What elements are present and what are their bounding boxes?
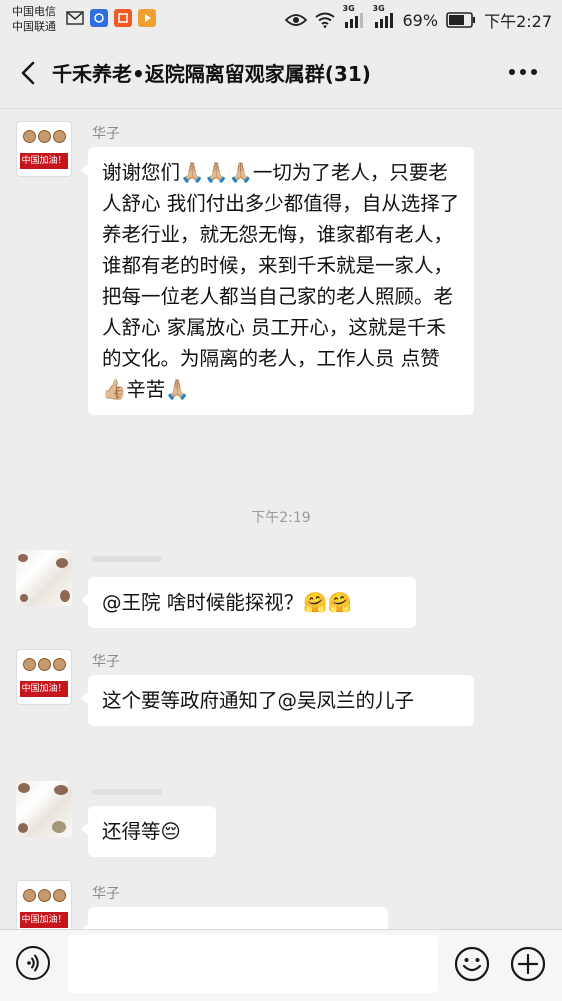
carrier-2: 中国联通 <box>12 20 56 33</box>
back-button[interactable] <box>14 58 44 88</box>
voice-icon <box>27 954 39 972</box>
sender-name: 华子 <box>92 126 120 142</box>
message-bubble[interactable]: @王院 啥时候能探视？🤗🤗 <box>81 577 416 628</box>
signal-icon <box>374 13 393 28</box>
more-dots-icon <box>509 69 537 75</box>
status-bar: 中国电信 中国联通 3G 3G 69% 下午2:27 <box>0 0 562 38</box>
emoji-button[interactable] <box>454 946 490 982</box>
app-icon <box>90 9 108 27</box>
avatar[interactable] <box>16 781 72 837</box>
sender-name: 华子 <box>92 886 120 902</box>
signal-icon <box>344 13 363 28</box>
message-input[interactable] <box>68 935 438 993</box>
avatar-faces <box>17 889 71 902</box>
chat-title: 千禾养老•返院隔离留观家属群(31) <box>52 62 371 86</box>
avatar[interactable]: 中国加油！ <box>16 649 72 705</box>
avatar-faces <box>17 130 71 143</box>
avatar[interactable]: 中国加油！ <box>16 880 72 929</box>
wifi-icon <box>314 12 335 28</box>
message-bubble[interactable] <box>81 907 388 929</box>
notification-icons <box>66 9 156 27</box>
network-type-2: 3G <box>372 4 385 13</box>
message-bubble[interactable]: 还得等😔 <box>81 806 216 857</box>
more-button[interactable] <box>508 62 538 82</box>
emoji-icon <box>454 946 490 982</box>
chevron-left-icon <box>21 61 35 85</box>
eye-icon <box>284 14 307 26</box>
avatar-badge: 中国加油！ <box>20 153 68 169</box>
network-type-1: 3G <box>342 4 355 13</box>
input-bar <box>0 929 562 1001</box>
avatar-faces <box>17 658 71 671</box>
listen-app-icon <box>114 9 132 27</box>
battery-icon <box>446 12 476 28</box>
carrier-info: 中国电信 中国联通 <box>12 4 56 34</box>
plus-icon <box>510 946 546 982</box>
voice-button[interactable] <box>16 946 50 980</box>
sender-name-hidden <box>92 556 162 562</box>
battery-percent: 69% <box>402 10 439 30</box>
video-app-icon <box>138 9 156 27</box>
mail-icon <box>66 9 84 27</box>
chat-header: 千禾养老•返院隔离留观家属群(31) <box>0 38 562 109</box>
carrier-1: 中国电信 <box>12 5 56 18</box>
avatar[interactable] <box>16 550 72 606</box>
avatar-badge: 中国加油！ <box>20 681 68 697</box>
message-bubble[interactable]: 谢谢您们🙏🏼🙏🏼🙏🏼一切为了老人，只要老人舒心 我们付出多少都值得，自从选择了养… <box>81 147 474 415</box>
signal-2: 3G <box>373 4 395 28</box>
message-bubble[interactable]: 这个要等政府通知了@吴凤兰的儿子 <box>81 675 474 726</box>
status-right: 3G 3G 69% 下午2:27 <box>284 4 552 32</box>
more-functions-button[interactable] <box>510 946 546 982</box>
signal-1: 3G <box>343 4 365 28</box>
clock: 下午2:27 <box>484 12 552 31</box>
timestamp: 下午2:19 <box>251 510 311 526</box>
avatar-badge: 中国加油！ <box>20 912 68 928</box>
avatar[interactable]: 中国加油！ <box>16 121 72 177</box>
sender-name-hidden <box>92 789 162 795</box>
message-list[interactable]: 中国加油！ 华子 谢谢您们🙏🏼🙏🏼🙏🏼一切为了老人，只要老人舒心 我们付出多少都… <box>0 109 562 929</box>
sender-name: 华子 <box>92 654 120 670</box>
